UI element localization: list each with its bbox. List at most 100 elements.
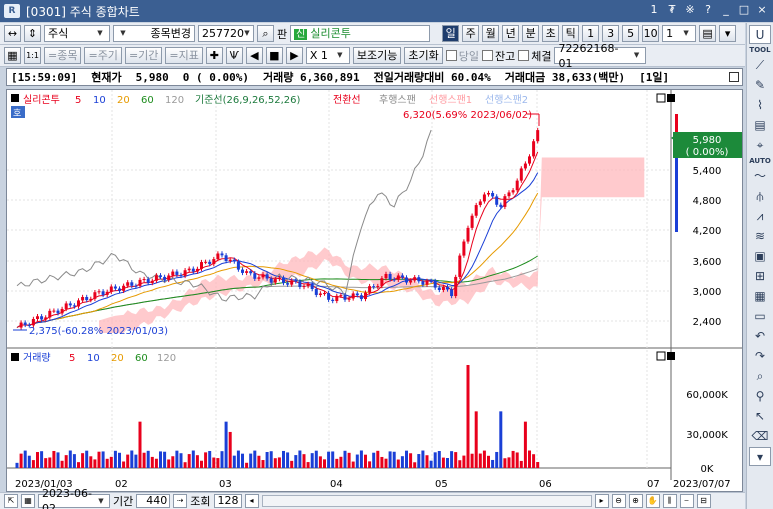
window-number[interactable]: 1 (647, 3, 661, 17)
close-icon[interactable]: × (755, 3, 769, 17)
options-icon[interactable]: ▾ (719, 25, 737, 42)
table-icon[interactable]: ▦ (749, 287, 771, 306)
scroll-down-icon[interactable]: ▾ (749, 447, 771, 466)
eraser-icon[interactable]: ⌫ (749, 427, 771, 446)
sort-icon[interactable]: ⇕ (24, 25, 41, 42)
hand-icon[interactable]: ✋ (645, 494, 660, 508)
pane-maximize-icon[interactable] (656, 351, 666, 361)
period-minute-button[interactable]: 분 (522, 25, 540, 42)
interval-select[interactable]: 1 ▼ (662, 25, 697, 42)
stock-code-field[interactable]: 257720 ▼ (198, 25, 254, 42)
magnet-icon[interactable]: ⌇ (749, 96, 771, 115)
balance-checkbox[interactable]: 잔고 (481, 48, 515, 64)
scroll-left-icon[interactable]: ◀ (245, 47, 263, 64)
scroll-right-icon[interactable]: ▶ (285, 47, 303, 64)
pencil-icon[interactable]: ✎ (749, 76, 771, 95)
wave-icon[interactable]: Ѱ (225, 47, 243, 64)
tool-u-icon[interactable]: U (749, 25, 771, 44)
zoom-in-icon[interactable]: ⊕ (628, 494, 643, 508)
status-close-icon[interactable] (729, 72, 739, 82)
scroll-right-small-icon[interactable]: ▸ (594, 494, 609, 508)
doc-icon[interactable]: ▤ (749, 116, 771, 135)
aux-function-button[interactable]: 보조기능 (352, 47, 402, 64)
cross-icon[interactable]: ⌖ (749, 136, 771, 155)
crosshair-icon[interactable]: ✚ (205, 47, 223, 64)
bar-icon[interactable]: ⫼ (662, 494, 677, 508)
period-input[interactable]: 440 (136, 494, 171, 508)
help-icon[interactable]: ? (701, 3, 715, 17)
stack-icon[interactable]: ≋ (749, 227, 771, 246)
volume-bar (450, 451, 454, 468)
layout-icon[interactable]: ⊟ (696, 494, 711, 508)
period-button[interactable]: =기간 (124, 47, 163, 64)
period-tick-button[interactable]: 틱 (562, 25, 580, 42)
period-month-button[interactable]: 월 (482, 25, 500, 42)
stock-name-field[interactable]: 신 실리콘투 (290, 25, 431, 42)
calc-icon[interactable]: ⊞ (749, 267, 771, 286)
volume-bar (302, 454, 306, 468)
date-select[interactable]: 2023-06-02 ▼ (38, 487, 110, 509)
save-icon[interactable]: ▤ (699, 25, 717, 42)
auto-icon[interactable]: AUTO (749, 156, 771, 166)
pin-icon[interactable]: ₮ (665, 3, 679, 17)
wave-icon[interactable]: 〜 (749, 167, 771, 186)
chart-area[interactable]: 실리콘투 5 10 20 60 120 기준선(26,9,26,52,26) 전… (6, 89, 743, 492)
zoom-icon[interactable]: ⌕ (749, 367, 771, 386)
horizontal-scrollbar[interactable] (261, 495, 592, 507)
settings-icon[interactable]: ※ (683, 3, 697, 17)
account-select[interactable]: 72262168-01 ▼ (554, 42, 647, 70)
indicator-button[interactable]: =지표 (165, 47, 203, 64)
search-icon[interactable]: ⌕ (257, 25, 274, 42)
execution-checkbox[interactable]: 체결 (518, 48, 551, 64)
pane-maximize-icon[interactable] (656, 93, 666, 103)
interval-5-button[interactable]: 5 (622, 25, 640, 42)
stock-change-select[interactable]: ▼ 종목변경 (113, 25, 195, 42)
stop-icon[interactable]: ■ (265, 47, 283, 64)
today-checkbox[interactable]: 당일 (445, 48, 479, 64)
cycle-button[interactable]: =주기 (84, 47, 122, 64)
box-icon[interactable]: ▣ (749, 247, 771, 266)
export-icon[interactable]: ⇱ (4, 494, 18, 508)
interval-10-button[interactable]: 10 (642, 25, 660, 42)
period-day-button[interactable]: 일 (442, 25, 460, 42)
line-icon[interactable]: ⟋ (749, 56, 771, 75)
undo-icon[interactable]: ↶ (749, 327, 771, 346)
slider-icon[interactable]: ⎯ (679, 494, 694, 508)
period-year-button[interactable]: 년 (502, 25, 520, 42)
redo-icon[interactable]: ↷ (749, 347, 771, 366)
stock-chart[interactable]: 실리콘투 5 10 20 60 120 기준선(26,9,26,52,26) 전… (7, 90, 743, 492)
maximize-icon[interactable]: □ (737, 3, 751, 17)
calendar-icon[interactable]: ▦ (21, 494, 35, 508)
candle-body (290, 280, 294, 285)
volume-bar (216, 458, 220, 468)
candle-body (236, 261, 240, 270)
zoom-out-icon[interactable]: ⊖ (611, 494, 626, 508)
cursor-icon[interactable]: ↖ (749, 407, 771, 426)
minimize-icon[interactable]: _ (719, 3, 733, 17)
period-second-button[interactable]: 초 (542, 25, 560, 42)
prev-next-icon[interactable]: ↔ (4, 25, 21, 42)
tool-label-icon[interactable]: TOOL (749, 45, 771, 55)
interval-3-button[interactable]: 3 (602, 25, 620, 42)
candle-body (355, 293, 359, 296)
pane-close-icon[interactable] (667, 352, 675, 360)
pin-icon[interactable]: ⚲ (749, 387, 771, 406)
volume-bar (454, 452, 458, 468)
one-to-one-button[interactable]: 1:1 (24, 47, 41, 64)
period-week-button[interactable]: 주 (462, 25, 480, 42)
multiplier-select[interactable]: X 1 ▼ (305, 47, 350, 64)
grid-icon[interactable]: ▦ (4, 47, 21, 64)
pane-close-icon[interactable] (667, 94, 675, 102)
view-icon[interactable]: ⇢ (173, 494, 188, 508)
volume-bar (146, 450, 150, 468)
interval-1-button[interactable]: 1 (582, 25, 600, 42)
scroll-left-small-icon[interactable]: ◂ (244, 494, 259, 508)
volume-bar (48, 457, 52, 468)
fork-icon[interactable]: ⫛ (749, 187, 771, 206)
window-icon[interactable]: ▭ (749, 307, 771, 326)
market-select[interactable]: 주식 ▼ (44, 25, 110, 42)
reset-button[interactable]: 초기화 (404, 47, 443, 64)
view-input[interactable]: 128 (213, 494, 242, 508)
zigzag-icon[interactable]: ⩘ (749, 207, 771, 226)
stock-button[interactable]: =종목 (44, 47, 82, 64)
